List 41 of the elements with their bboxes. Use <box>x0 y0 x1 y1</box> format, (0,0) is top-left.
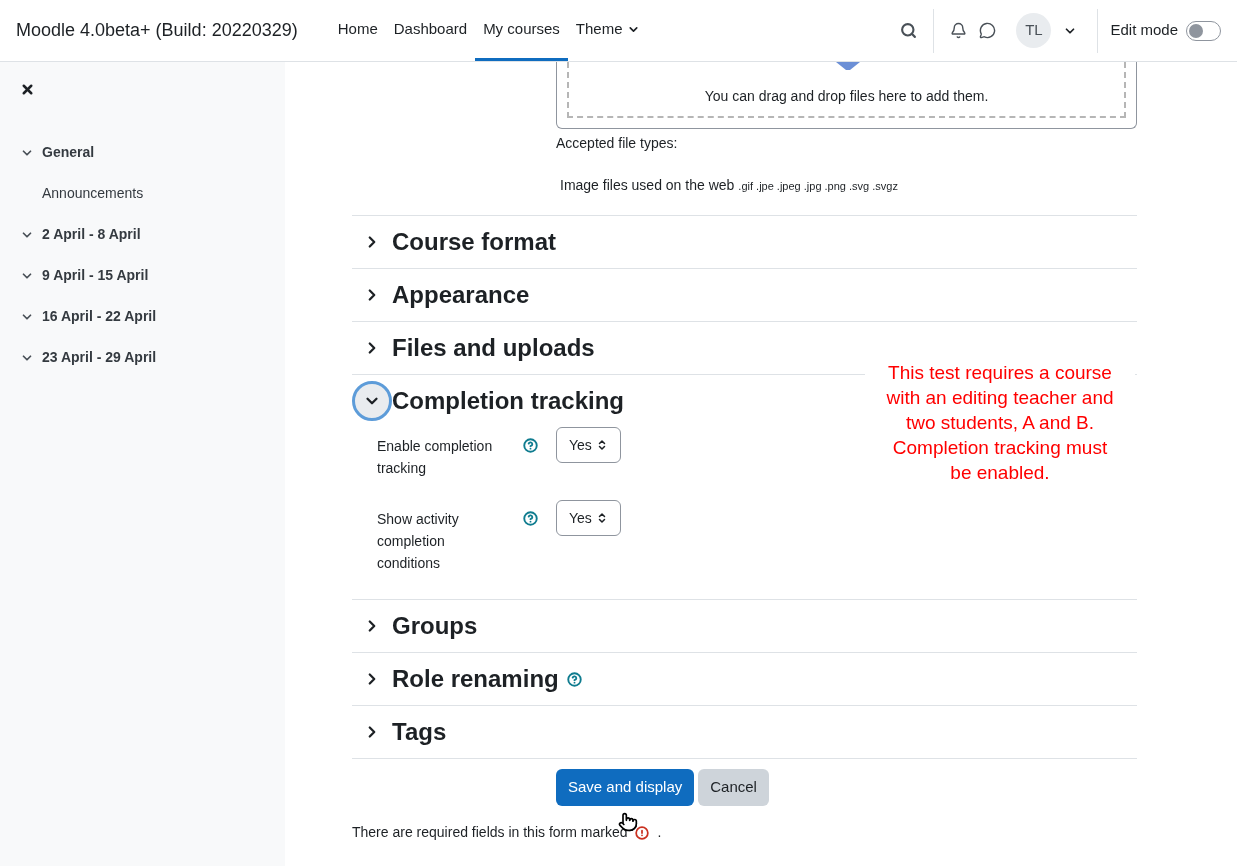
close-icon[interactable] <box>20 82 35 97</box>
section-heading[interactable]: Role renaming <box>392 661 559 697</box>
nav-link[interactable]: Home <box>329 0 386 61</box>
required-icon <box>635 825 650 840</box>
arrow-icon <box>836 62 860 70</box>
section-heading[interactable]: Course format <box>392 224 557 260</box>
field-label: Enable completion tracking <box>377 437 494 478</box>
nav-link[interactable]: Theme <box>567 0 648 61</box>
section-heading[interactable]: Appearance <box>392 277 530 313</box>
accepted-types-label: Accepted file types: <box>556 134 679 153</box>
help-icon[interactable] <box>523 438 538 453</box>
select-field[interactable]: Yes <box>556 427 621 463</box>
search-icon[interactable] <box>900 22 918 39</box>
section-link[interactable]: 23 April - 29 April <box>42 347 157 368</box>
note-period: . <box>657 823 662 842</box>
file-type-name: Image files used on the web <box>560 176 735 195</box>
section-heading[interactable]: Completion tracking <box>392 383 625 419</box>
help-icon[interactable] <box>566 671 582 687</box>
field-label: Show activity completion conditions <box>377 510 460 573</box>
chat-bubble-icon[interactable] <box>979 22 997 39</box>
select-field[interactable]: Yes <box>556 500 621 536</box>
activity-link[interactable]: Announcements <box>42 183 144 204</box>
collapse-toggle[interactable] <box>352 381 392 421</box>
bell-icon[interactable] <box>950 22 968 39</box>
edit-mode-label: Edit mode <box>1110 20 1178 41</box>
section-heading[interactable]: Files and uploads <box>392 330 595 366</box>
nav-link[interactable]: My courses <box>475 0 568 61</box>
file-extensions: .gif .jpe .jpeg .jpg .png .svg .svgz <box>738 179 898 194</box>
nav-link[interactable]: Dashboard <box>385 0 476 61</box>
help-icon[interactable] <box>523 511 538 526</box>
edit-mode-switch[interactable] <box>1186 20 1221 41</box>
section-link[interactable]: 9 April - 15 April <box>42 265 149 286</box>
section-heading[interactable]: Groups <box>392 608 478 644</box>
site-name: Moodle 4.0beta+ (Build: 20220329) <box>16 19 298 42</box>
section-link[interactable]: 16 April - 22 April <box>42 306 157 327</box>
section-link[interactable]: General <box>42 142 95 163</box>
save-button[interactable]: Save and display <box>556 769 695 806</box>
section-link[interactable]: 2 April - 8 April <box>42 224 141 245</box>
cancel-button[interactable]: Cancel <box>698 769 769 806</box>
section-heading[interactable]: Tags <box>392 714 447 750</box>
user-avatar[interactable]: TL <box>1016 13 1052 48</box>
